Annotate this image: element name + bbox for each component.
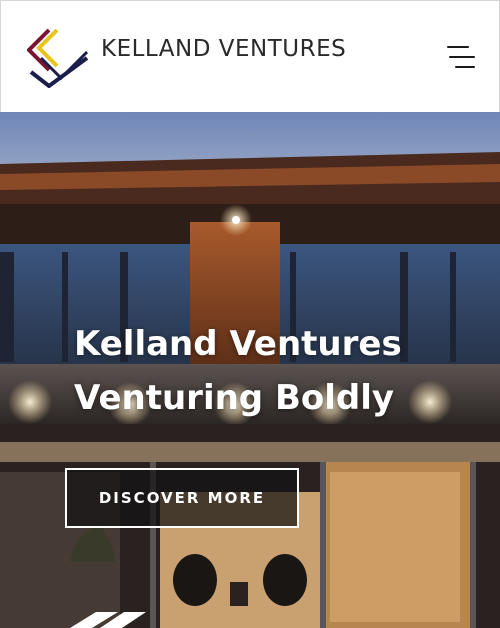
hero-subtitle-line: Venturing Boldly — [74, 378, 395, 418]
hero-heading: Kelland Ventures Venturing Boldly — [74, 317, 494, 425]
discover-more-button[interactable]: DISCOVER MORE — [65, 468, 299, 528]
hero-section: Kelland Ventures Venturing Boldly DISCOV… — [0, 112, 500, 628]
kelland-logo-icon — [27, 28, 89, 88]
hero-title-line: Kelland Ventures — [74, 324, 402, 364]
site-logo[interactable]: KELLAND VENTURES — [27, 28, 346, 88]
menu-line — [449, 56, 475, 58]
menu-line — [455, 66, 475, 68]
site-header: KELLAND VENTURES — [0, 0, 500, 112]
hamburger-menu-button[interactable] — [441, 43, 479, 73]
logo-wordmark: KELLAND VENTURES — [101, 36, 347, 62]
menu-line — [447, 46, 469, 48]
